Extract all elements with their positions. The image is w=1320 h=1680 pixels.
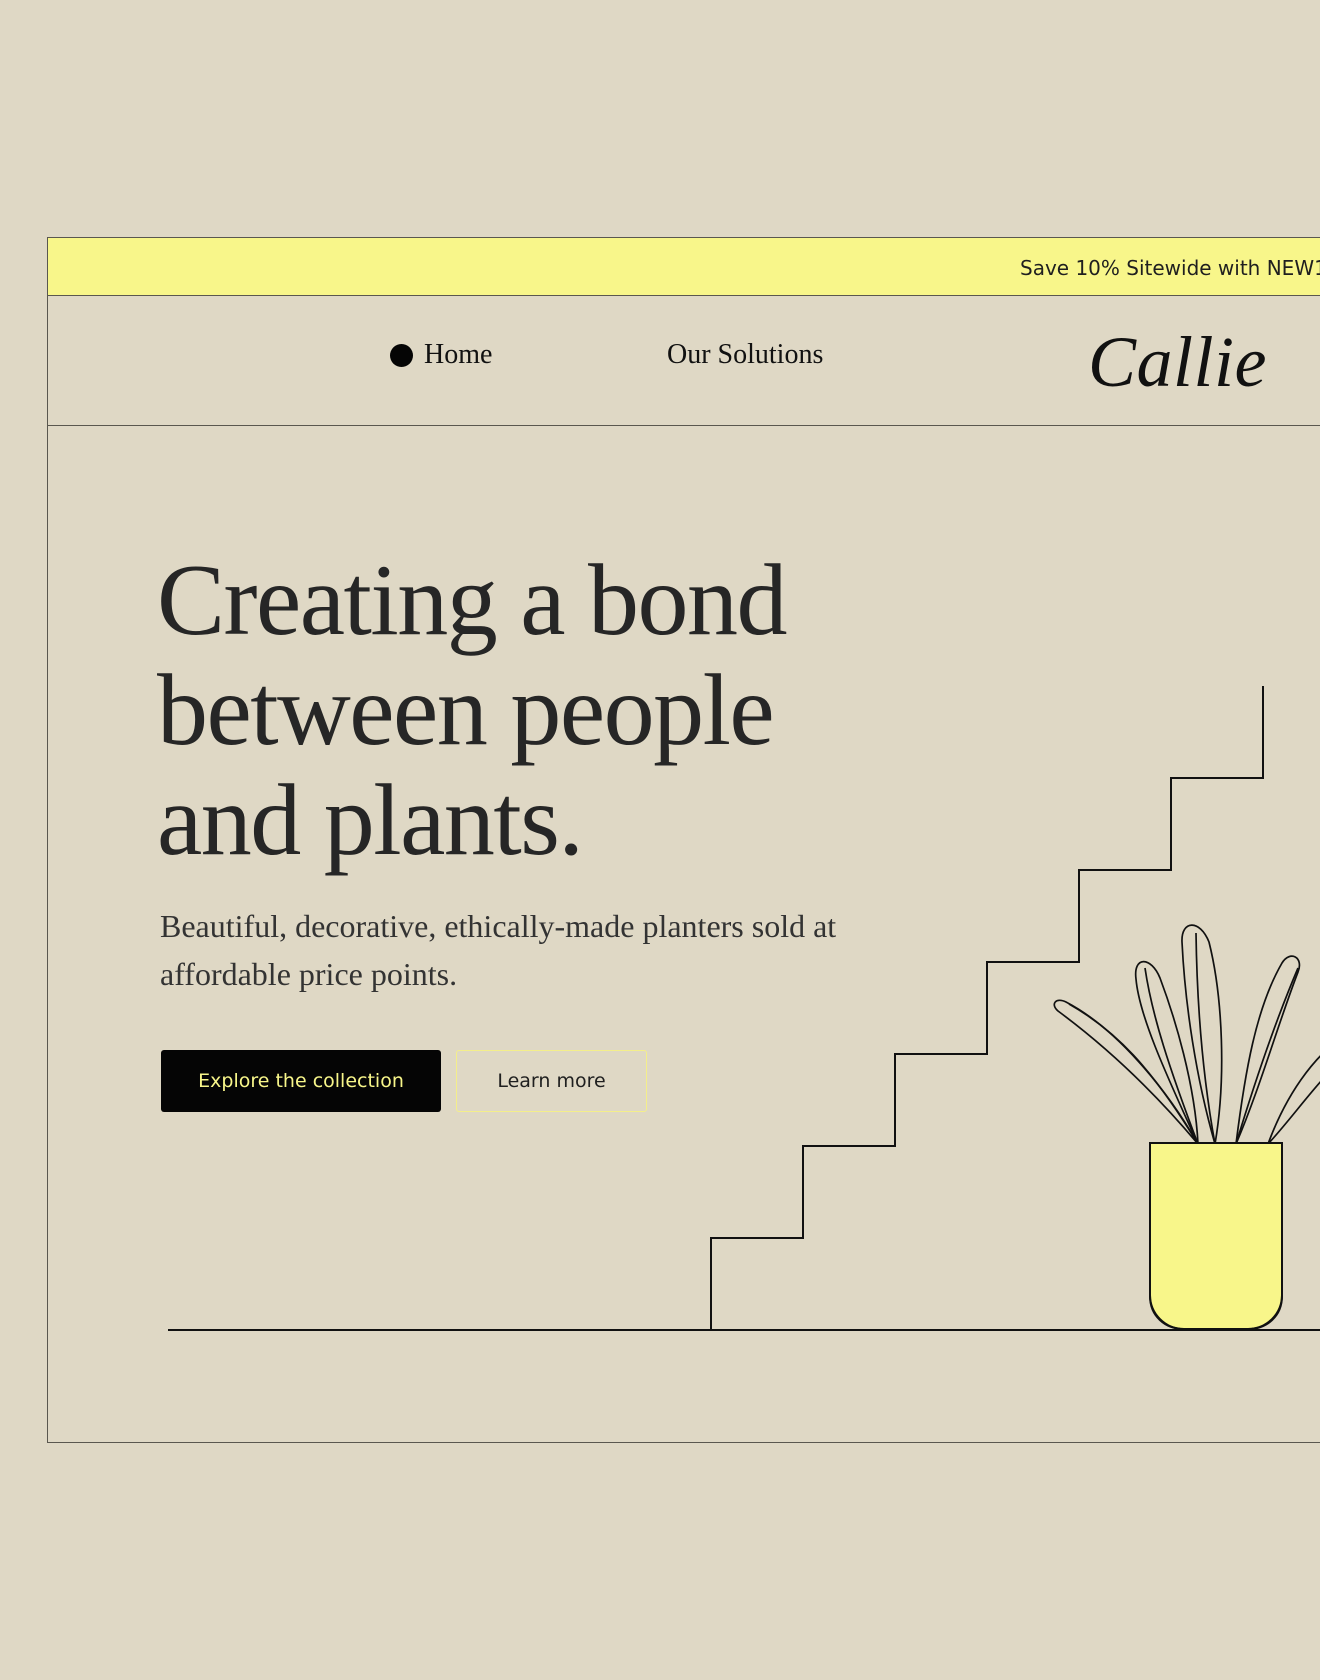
brand-logo[interactable]: Callie [1088,321,1267,404]
stairs-icon [710,686,1264,1330]
nav-home-link[interactable]: Home [390,339,492,371]
promo-bar: Save 10% Sitewide with NEW1 [48,238,1320,296]
site-preview-frame: Save 10% Sitewide with NEW1 Home Our Sol… [47,237,1320,1443]
plant-pot-icon [1149,1142,1283,1330]
nav-home-label: Home [424,339,493,370]
main-nav: Home Our Solutions Callie [48,296,1320,426]
hero-subtitle: Beautiful, decorative, ethically-made pl… [160,908,837,992]
promo-text: Save 10% Sitewide with NEW1 [1020,256,1320,280]
plant-leaves-icon [1053,924,1320,1145]
active-dot-icon [390,343,413,367]
learn-more-button[interactable]: Learn more [456,1050,647,1112]
explore-collection-button[interactable]: Explore the collection [161,1050,441,1112]
nav-solutions-link[interactable]: Our Solutions [667,339,823,371]
hero-title: Creating a bond between people and plant… [157,544,788,877]
